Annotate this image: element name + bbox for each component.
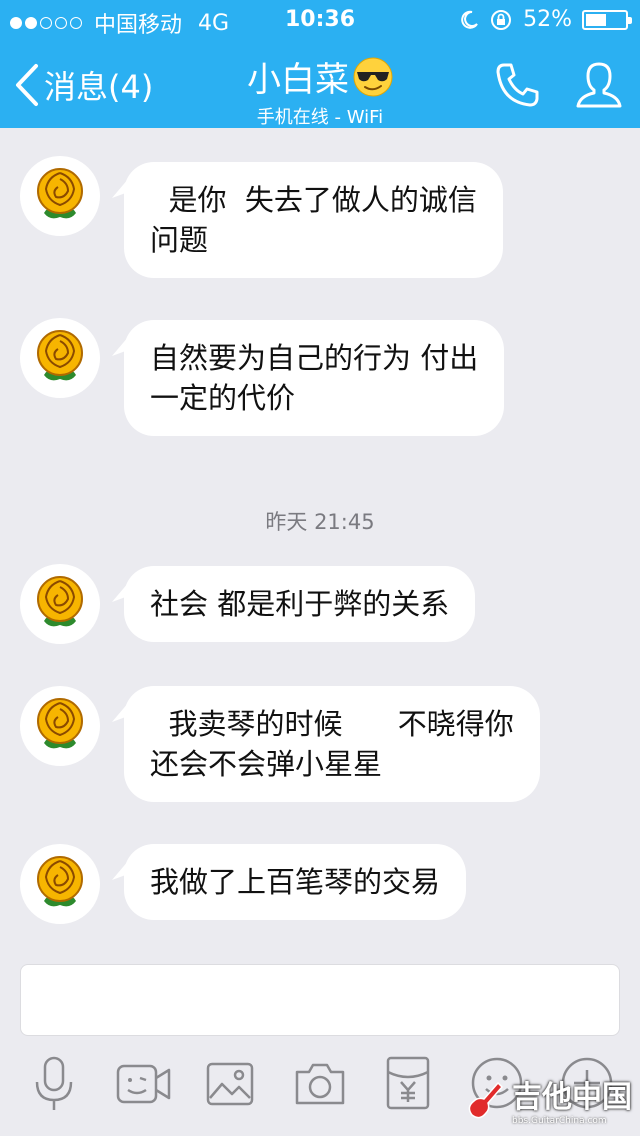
contact-name: 小白菜 xyxy=(247,60,349,100)
message-bubble[interactable]: 我做了上百笔琴的交易 xyxy=(124,844,467,920)
status-right: 52% xyxy=(459,7,632,32)
sunflower-avatar-icon xyxy=(37,168,83,219)
battery-fill xyxy=(586,13,606,26)
avatar[interactable] xyxy=(20,318,100,398)
avatar[interactable] xyxy=(20,564,100,644)
phone-call-icon[interactable] xyxy=(492,60,542,110)
avatar[interactable] xyxy=(20,686,100,766)
sunflower-avatar-icon xyxy=(37,330,83,381)
contact-profile-icon[interactable] xyxy=(574,60,624,112)
status-bar: 中国移动 4G 10:36 52% xyxy=(0,0,640,40)
watermark-url: bbs.GuitarChina.com xyxy=(512,1116,607,1126)
microphone-icon[interactable] xyxy=(32,1056,76,1112)
image-icon[interactable] xyxy=(206,1062,254,1106)
online-status: 手机在线 - WiFi xyxy=(256,107,384,128)
watermark: 吉他中国 bbs.GuitarChina.com xyxy=(464,1072,632,1126)
rotation-lock-icon xyxy=(491,9,512,30)
message-bubble[interactable]: 我卖琴的时候 不晓得你 还会不会弹小星星 xyxy=(124,686,540,802)
guitar-logo-icon xyxy=(468,1081,504,1119)
message-input[interactable] xyxy=(20,964,620,1036)
red-packet-icon[interactable] xyxy=(386,1056,430,1110)
input-area: 吉他中国 bbs.GuitarChina.com xyxy=(0,956,640,1136)
sunflower-avatar-icon xyxy=(37,576,83,627)
message-bubble[interactable]: 社会 都是利于弊的关系 xyxy=(124,566,476,642)
message-bubble[interactable]: 是你 失去了做人的诚信 问题 xyxy=(124,162,503,278)
battery-percent: 52% xyxy=(523,7,572,32)
camera-icon[interactable] xyxy=(294,1062,346,1106)
sunflower-avatar-icon xyxy=(37,698,83,749)
nav-title-area[interactable]: 小白菜 手机在线 - WiFi xyxy=(0,52,640,129)
moon-icon xyxy=(461,10,478,29)
sunflower-avatar-icon xyxy=(37,856,83,907)
nav-bar: 消息(4) 小白菜 手机在线 - WiFi xyxy=(0,40,640,128)
video-icon[interactable] xyxy=(116,1062,172,1106)
chat-area[interactable]: 是你 失去了做人的诚信 问题 自然要为自己的行为 付出 一定的代价 昨天 21:… xyxy=(0,128,640,956)
message-timestamp: 昨天 21:45 xyxy=(265,510,375,534)
sunglasses-emoji-icon xyxy=(353,57,393,96)
message-bubble[interactable]: 自然要为自己的行为 付出 一定的代价 xyxy=(124,320,505,436)
watermark-title: 吉他中国 xyxy=(512,1080,632,1115)
avatar[interactable] xyxy=(20,156,100,236)
battery-icon xyxy=(582,9,632,30)
avatar[interactable] xyxy=(20,844,100,924)
